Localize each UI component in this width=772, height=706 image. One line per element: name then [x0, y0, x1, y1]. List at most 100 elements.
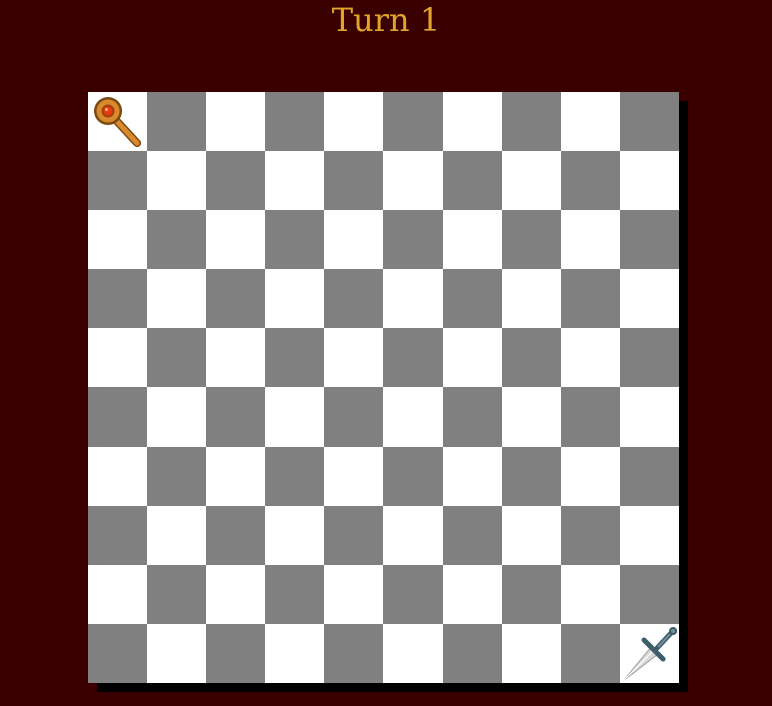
board-cell-r2-c1[interactable]	[147, 210, 207, 270]
staff-piece[interactable]	[88, 92, 147, 151]
board-cell-r9-c3[interactable]	[265, 623, 325, 683]
board-cell-r6-c1[interactable]	[147, 446, 207, 506]
board-cell-r8-c5[interactable]	[383, 564, 443, 624]
board-cell-r1-c7[interactable]	[501, 151, 561, 211]
board-cell-r8-c3[interactable]	[265, 564, 325, 624]
board-cell-r9-c9[interactable]	[619, 623, 679, 683]
board-cell-r4-c8[interactable]	[560, 328, 620, 388]
board-cell-r4-c7[interactable]	[501, 328, 561, 388]
board-cell-r8-c9[interactable]	[619, 564, 679, 624]
board-cell-r9-c4[interactable]	[324, 623, 384, 683]
board-cell-r0-c1[interactable]	[147, 92, 207, 152]
board-cell-r3-c6[interactable]	[442, 269, 502, 329]
board-cell-r6-c2[interactable]	[206, 446, 266, 506]
board-cell-r4-c0[interactable]	[88, 328, 148, 388]
board-cell-r6-c3[interactable]	[265, 446, 325, 506]
board-cell-r3-c0[interactable]	[88, 269, 148, 329]
board-cell-r9-c6[interactable]	[442, 623, 502, 683]
board-cell-r1-c3[interactable]	[265, 151, 325, 211]
board-cell-r4-c6[interactable]	[442, 328, 502, 388]
board-cell-r8-c7[interactable]	[501, 564, 561, 624]
board-cell-r2-c2[interactable]	[206, 210, 266, 270]
board-cell-r8-c2[interactable]	[206, 564, 266, 624]
board-cell-r7-c9[interactable]	[619, 505, 679, 565]
board-cell-r4-c2[interactable]	[206, 328, 266, 388]
board-cell-r2-c5[interactable]	[383, 210, 443, 270]
board-cell-r0-c8[interactable]	[560, 92, 620, 152]
board-cell-r2-c4[interactable]	[324, 210, 384, 270]
board-cell-r7-c6[interactable]	[442, 505, 502, 565]
board-cell-r1-c2[interactable]	[206, 151, 266, 211]
board-cell-r5-c0[interactable]	[88, 387, 148, 447]
board-cell-r6-c7[interactable]	[501, 446, 561, 506]
board-cell-r8-c0[interactable]	[88, 564, 148, 624]
board-cell-r9-c1[interactable]	[147, 623, 207, 683]
board-cell-r1-c6[interactable]	[442, 151, 502, 211]
board-cell-r5-c1[interactable]	[147, 387, 207, 447]
board-cell-r7-c7[interactable]	[501, 505, 561, 565]
board-cell-r9-c5[interactable]	[383, 623, 443, 683]
board-cell-r8-c1[interactable]	[147, 564, 207, 624]
board-cell-r3-c8[interactable]	[560, 269, 620, 329]
board-cell-r1-c8[interactable]	[560, 151, 620, 211]
board-cell-r0-c2[interactable]	[206, 92, 266, 152]
board-cell-r5-c2[interactable]	[206, 387, 266, 447]
board-cell-r9-c7[interactable]	[501, 623, 561, 683]
board-cell-r4-c3[interactable]	[265, 328, 325, 388]
board-cell-r0-c5[interactable]	[383, 92, 443, 152]
board-cell-r3-c9[interactable]	[619, 269, 679, 329]
board-cell-r6-c9[interactable]	[619, 446, 679, 506]
board-cell-r7-c4[interactable]	[324, 505, 384, 565]
board-cell-r0-c4[interactable]	[324, 92, 384, 152]
board-cell-r1-c4[interactable]	[324, 151, 384, 211]
board-cell-r2-c6[interactable]	[442, 210, 502, 270]
board-cell-r4-c4[interactable]	[324, 328, 384, 388]
board-cell-r1-c1[interactable]	[147, 151, 207, 211]
board-cell-r3-c5[interactable]	[383, 269, 443, 329]
board-cell-r1-c5[interactable]	[383, 151, 443, 211]
board-cell-r1-c0[interactable]	[88, 151, 148, 211]
board-cell-r7-c0[interactable]	[88, 505, 148, 565]
board-cell-r2-c9[interactable]	[619, 210, 679, 270]
board-cell-r6-c8[interactable]	[560, 446, 620, 506]
board-cell-r0-c3[interactable]	[265, 92, 325, 152]
board-cell-r4-c5[interactable]	[383, 328, 443, 388]
board-cell-r5-c8[interactable]	[560, 387, 620, 447]
board-cell-r5-c6[interactable]	[442, 387, 502, 447]
board-cell-r7-c2[interactable]	[206, 505, 266, 565]
board-cell-r9-c8[interactable]	[560, 623, 620, 683]
board-cell-r6-c4[interactable]	[324, 446, 384, 506]
board-cell-r0-c6[interactable]	[442, 92, 502, 152]
board-cell-r2-c7[interactable]	[501, 210, 561, 270]
board-cell-r9-c2[interactable]	[206, 623, 266, 683]
board-cell-r0-c7[interactable]	[501, 92, 561, 152]
board-cell-r7-c3[interactable]	[265, 505, 325, 565]
board-cell-r6-c5[interactable]	[383, 446, 443, 506]
board-cell-r3-c2[interactable]	[206, 269, 266, 329]
board-cell-r7-c1[interactable]	[147, 505, 207, 565]
board-cell-r0-c9[interactable]	[619, 92, 679, 152]
board-cell-r5-c9[interactable]	[619, 387, 679, 447]
board-cell-r1-c9[interactable]	[619, 151, 679, 211]
board-cell-r4-c9[interactable]	[619, 328, 679, 388]
sword-piece[interactable]	[620, 624, 679, 683]
board-cell-r2-c0[interactable]	[88, 210, 148, 270]
board-cell-r7-c5[interactable]	[383, 505, 443, 565]
board-cell-r4-c1[interactable]	[147, 328, 207, 388]
board-cell-r9-c0[interactable]	[88, 623, 148, 683]
board-cell-r7-c8[interactable]	[560, 505, 620, 565]
board-cell-r5-c4[interactable]	[324, 387, 384, 447]
board-cell-r6-c0[interactable]	[88, 446, 148, 506]
board-cell-r0-c0[interactable]	[88, 92, 148, 152]
board-cell-r8-c8[interactable]	[560, 564, 620, 624]
board-cell-r5-c5[interactable]	[383, 387, 443, 447]
board-cell-r2-c8[interactable]	[560, 210, 620, 270]
board-cell-r8-c4[interactable]	[324, 564, 384, 624]
board-cell-r8-c6[interactable]	[442, 564, 502, 624]
board-cell-r3-c4[interactable]	[324, 269, 384, 329]
board-cell-r3-c3[interactable]	[265, 269, 325, 329]
board-cell-r2-c3[interactable]	[265, 210, 325, 270]
board-cell-r3-c1[interactable]	[147, 269, 207, 329]
board-cell-r5-c3[interactable]	[265, 387, 325, 447]
board-cell-r5-c7[interactable]	[501, 387, 561, 447]
